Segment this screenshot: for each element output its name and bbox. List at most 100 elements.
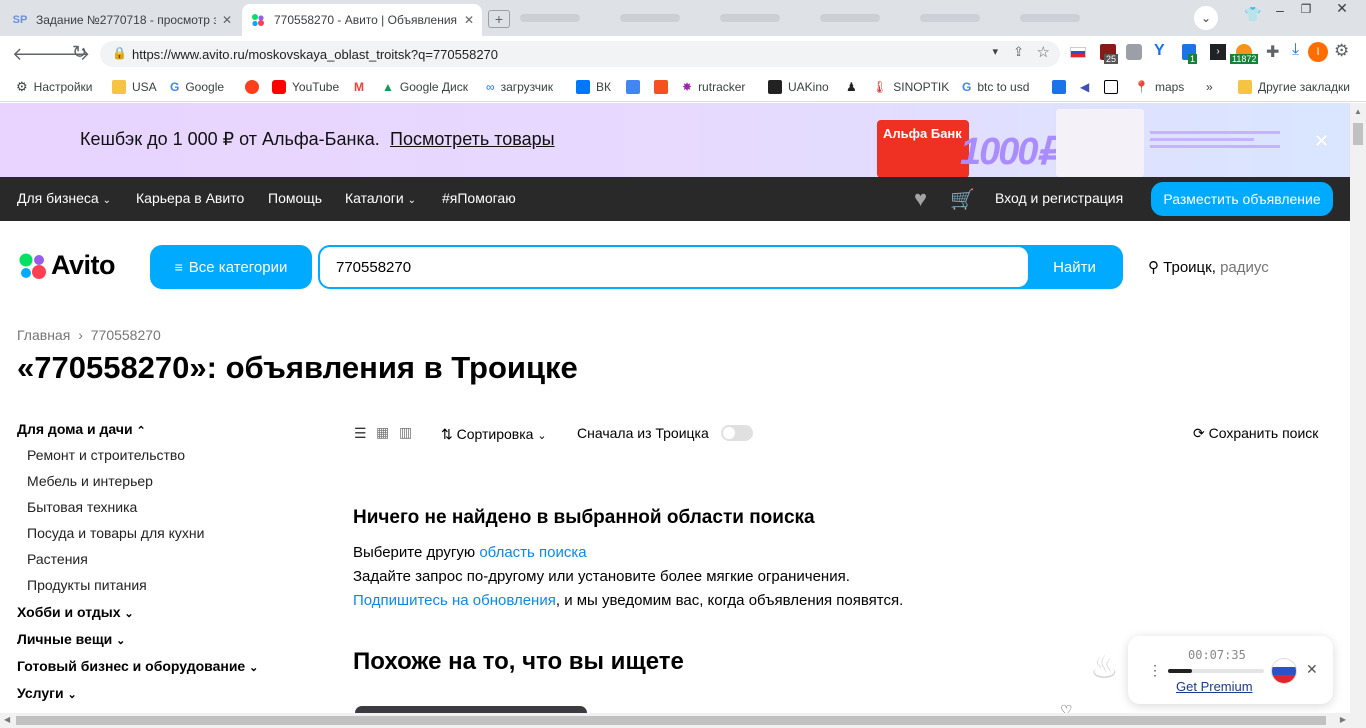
vpn-widget: ⋮ 00:07:35 Get Premium ✕: [1128, 636, 1333, 704]
map-view-icon[interactable]: ▥: [399, 424, 412, 441]
sidebar-item[interactable]: Посуда и товары для кухни: [27, 525, 204, 541]
save-search-button[interactable]: ⟳ Сохранить поиск: [1193, 425, 1318, 442]
bookmark-gmail[interactable]: M: [354, 78, 364, 96]
bc-icon: [1104, 80, 1118, 94]
banner-link[interactable]: Посмотреть товары: [390, 129, 555, 150]
bookmark-uakino[interactable]: UAKino: [768, 78, 829, 96]
cart-icon[interactable]: 🛒: [950, 187, 975, 212]
bookmark-google[interactable]: G Google: [170, 78, 224, 96]
close-banner-icon[interactable]: ✕: [1314, 131, 1329, 152]
settings-icon[interactable]: ⚙: [1334, 41, 1349, 61]
bookmark-google-drive[interactable]: ▲ Google Диск: [382, 78, 468, 96]
scroll-right-icon[interactable]: ▶: [1340, 715, 1346, 724]
bookmark-yandex[interactable]: [245, 78, 265, 96]
all-categories-button[interactable]: ≡ Все категории: [150, 245, 312, 289]
v-extension-icon[interactable]: Y: [1154, 42, 1165, 60]
sort-icon: ⇅: [441, 426, 453, 442]
nav-catalogs[interactable]: Каталоги ⌄: [345, 190, 416, 206]
bookmark-settings[interactable]: ⚙ Настройки: [16, 78, 93, 96]
listing-card-image[interactable]: [355, 706, 587, 713]
briefcase-icon[interactable]: [1126, 44, 1142, 60]
nav-career[interactable]: Карьера в Авито: [136, 190, 244, 206]
close-tab-icon[interactable]: ✕: [222, 13, 232, 27]
reload-icon[interactable]: ↻: [72, 42, 87, 63]
nav-help-tag[interactable]: #яПомогаю: [442, 190, 516, 206]
first-from-city-toggle[interactable]: [721, 425, 753, 441]
bookmark-person[interactable]: ♟: [846, 78, 857, 96]
hscrollbar-thumb[interactable]: [16, 716, 1326, 725]
bookmark-arrow[interactable]: ◀: [1080, 78, 1089, 96]
bookmark-youtube[interactable]: YouTube: [272, 78, 339, 96]
subscribe-link[interactable]: Подпишитесь на обновления: [353, 592, 556, 609]
share-icon[interactable]: ⇪: [1013, 44, 1024, 60]
sidebar-group-business[interactable]: Готовый бизнес и оборудование ⌄: [17, 658, 258, 674]
search-button[interactable]: Найти: [1028, 247, 1121, 287]
scrollbar-thumb[interactable]: [1353, 123, 1363, 145]
scroll-left-icon[interactable]: ◀: [4, 715, 10, 724]
heart-icon[interactable]: ♥: [914, 186, 927, 212]
nav-business[interactable]: Для бизнеса ⌄: [17, 190, 111, 206]
thermometer-icon: 🌡: [872, 80, 888, 94]
tab-sp[interactable]: SP Задание №2770718 - просмотр з ✕: [4, 4, 240, 36]
sidebar-group-home[interactable]: Для дома и дачи ⌃: [17, 421, 146, 437]
scroll-up-icon[interactable]: ▲: [1354, 107, 1362, 116]
close-tab-icon[interactable]: ✕: [464, 13, 474, 27]
kebab-menu-icon[interactable]: ⋮: [1148, 662, 1162, 679]
minimize-button[interactable]: –: [1268, 2, 1292, 20]
list-view-icon[interactable]: ☰: [354, 425, 367, 442]
bookmark-rutracker[interactable]: ✸ rutracker: [682, 78, 745, 96]
downloads-icon[interactable]: ⤓: [1292, 41, 1299, 59]
location-selector[interactable]: ⚲ Троицк, радиус: [1148, 258, 1269, 276]
puzzle-icon[interactable]: ✚: [1266, 42, 1279, 62]
sort-dropdown[interactable]: ⇅ Сортировка ⌄: [441, 426, 547, 443]
bookmark-sinoptik[interactable]: 🌡 SINOPTIK: [872, 78, 949, 96]
post-ad-button[interactable]: Разместить объявление: [1151, 182, 1333, 216]
sidebar-item[interactable]: Ремонт и строительство: [27, 447, 185, 463]
profile-avatar[interactable]: I: [1308, 42, 1328, 62]
close-widget-icon[interactable]: ✕: [1306, 661, 1318, 678]
dropdown-arrow-icon[interactable]: ▾: [992, 45, 998, 58]
horizontal-scrollbar[interactable]: ◀ ▶: [0, 713, 1366, 728]
grid-view-icon[interactable]: ▦: [376, 424, 389, 441]
bookmark-usa[interactable]: USA: [112, 78, 157, 96]
terminal-icon[interactable]: ›: [1210, 44, 1226, 60]
russia-flag-icon[interactable]: [1271, 658, 1297, 684]
shirt-icon[interactable]: 👕: [1244, 6, 1261, 23]
empty-line-2: Задайте запрос по-другому или установите…: [353, 568, 850, 585]
bookmark-maps[interactable]: 📍 maps: [1134, 78, 1184, 96]
search-area-link[interactable]: область поиска: [479, 544, 586, 561]
sidebar-group-services[interactable]: Услуги ⌄: [17, 685, 77, 701]
bookmarks-overflow[interactable]: »: [1206, 78, 1213, 96]
bookmark-translate[interactable]: [626, 78, 646, 96]
tab-avito[interactable]: 770558270 - Авито | Объявления ✕: [242, 4, 482, 36]
nav-help[interactable]: Помощь: [268, 190, 322, 206]
save-search-icon: ⟳: [1193, 425, 1205, 441]
uakino-icon: [768, 80, 782, 94]
tab-search-button[interactable]: ⌄: [1194, 6, 1218, 30]
bookmark-btc[interactable]: Gbtc to usd: [962, 78, 1029, 96]
bookmark-f[interactable]: [654, 78, 674, 96]
star-icon[interactable]: ☆: [1037, 43, 1050, 61]
sidebar-item[interactable]: Мебель и интерьер: [27, 473, 153, 489]
new-tab-button[interactable]: +: [488, 10, 510, 28]
sidebar-item[interactable]: Бытовая техника: [27, 499, 137, 515]
get-premium-link[interactable]: Get Premium: [1176, 679, 1253, 694]
url-input[interactable]: 🔒 https://www.avito.ru/moskovskaya_oblas…: [100, 41, 1060, 67]
sidebar-group-hobby[interactable]: Хобби и отдых ⌄: [17, 604, 134, 620]
maximize-button[interactable]: ❐: [1294, 2, 1318, 20]
search-input[interactable]: 770558270: [320, 247, 1028, 287]
login-link[interactable]: Вход и регистрация: [995, 190, 1123, 206]
sidebar-item[interactable]: Продукты питания: [27, 577, 147, 593]
bookmark-downloader[interactable]: ∞ загрузчик: [486, 78, 553, 96]
sidebar-item[interactable]: Растения: [27, 551, 88, 567]
bookmark-p[interactable]: [1052, 78, 1072, 96]
breadcrumb-home[interactable]: Главная: [17, 327, 70, 343]
bookmark-other[interactable]: Другие закладки: [1238, 78, 1350, 96]
russia-flag-icon[interactable]: [1070, 47, 1086, 58]
avito-logo[interactable]: Avito: [17, 250, 116, 281]
vertical-scrollbar[interactable]: ▲: [1350, 103, 1366, 713]
bookmark-bc[interactable]: [1104, 78, 1124, 96]
bookmark-vk[interactable]: ВК: [576, 78, 611, 96]
close-window-button[interactable]: ✕: [1322, 0, 1362, 20]
sidebar-group-personal[interactable]: Личные вещи ⌄: [17, 631, 125, 647]
